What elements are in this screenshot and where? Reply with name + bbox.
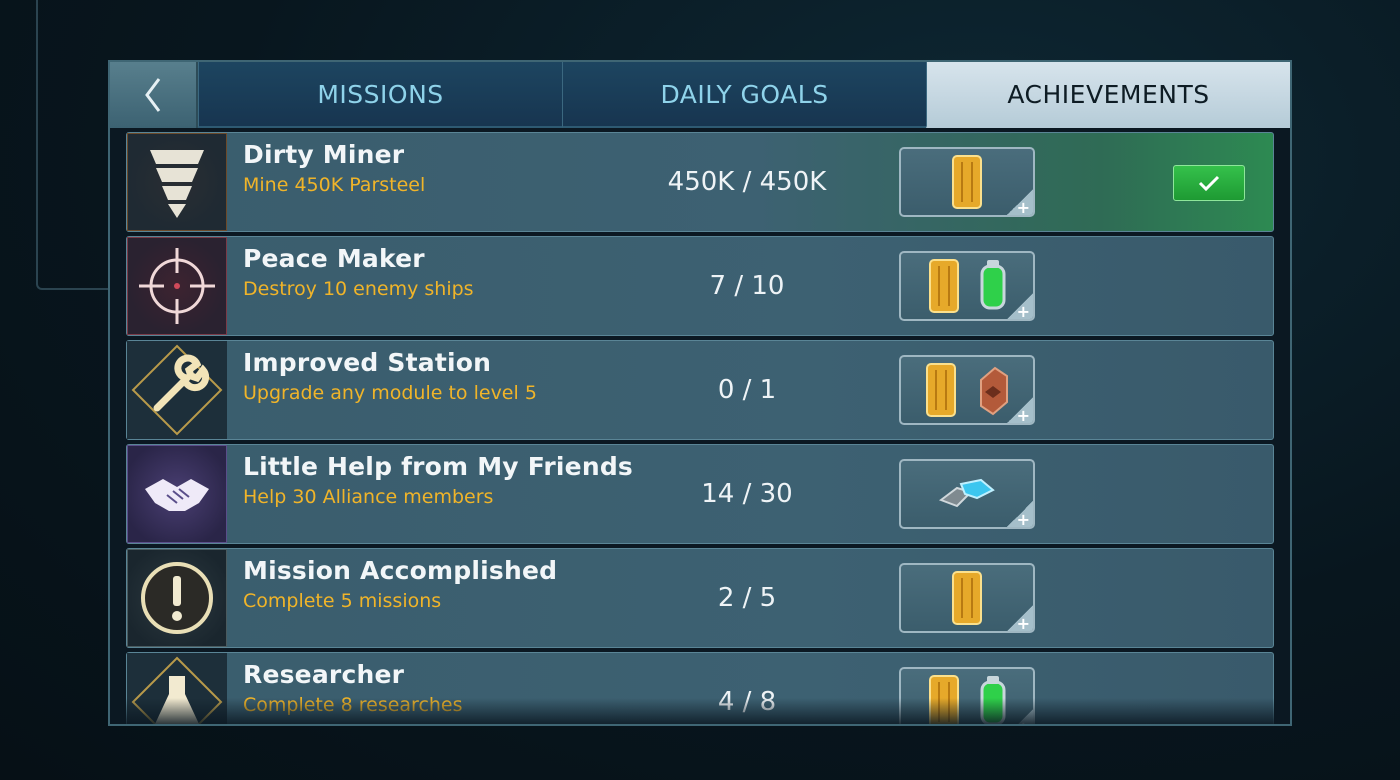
reward-button[interactable]: + (899, 251, 1035, 321)
reward-button[interactable]: + (899, 563, 1035, 633)
plus-icon: + (1007, 293, 1033, 321)
chevron-left-icon (145, 78, 161, 112)
achievement-description: Upgrade any module to level 5 (243, 382, 537, 404)
achievement-row: Dirty Miner Mine 450K Parsteel 450K / 45… (126, 132, 1274, 232)
achievement-text: Mission Accomplished Complete 5 missions (243, 555, 557, 615)
achievement-progress: 4 / 8 (717, 687, 777, 717)
achievement-title: Peace Maker (243, 244, 425, 273)
crosshair-icon (127, 237, 227, 335)
plus-icon: + (1007, 605, 1033, 633)
gold-chip-icon (929, 259, 959, 313)
reward-button[interactable]: + (899, 667, 1035, 724)
achievement-progress: 2 / 5 (717, 583, 777, 613)
reward-button[interactable]: + (899, 355, 1035, 425)
achievement-description: Help 30 Alliance members (243, 486, 494, 508)
achievement-list[interactable]: Dirty Miner Mine 450K Parsteel 450K / 45… (110, 128, 1290, 724)
achievement-title: Mission Accomplished (243, 556, 558, 585)
plus-icon: + (1007, 397, 1033, 425)
blue-crystal-icon (938, 478, 995, 508)
exclamation-icon (127, 549, 227, 647)
handshake-icon (127, 445, 227, 543)
achievements-panel: MISSIONS DAILY GOALS ACHIEVEMENTS Dirty … (108, 60, 1292, 726)
green-canister-icon (980, 676, 1006, 724)
achievement-progress: 7 / 10 (709, 271, 785, 301)
achievement-progress: 0 / 1 (717, 375, 777, 405)
achievement-progress: 450K / 450K (667, 167, 827, 197)
achievement-title: Dirty Miner (243, 140, 405, 169)
drill-icon (127, 133, 227, 231)
achievement-description: Destroy 10 enemy ships (243, 278, 474, 300)
claim-button[interactable] (1173, 165, 1245, 201)
gold-chip-icon (926, 363, 956, 417)
plus-icon: + (1007, 709, 1033, 724)
achievement-row: Little Help from My Friends Help 30 Alli… (126, 444, 1274, 544)
green-canister-icon (980, 260, 1006, 310)
achievement-title: Little Help from My Friends (243, 452, 633, 481)
achievement-title: Improved Station (243, 348, 492, 377)
tab-daily-goals[interactable]: DAILY GOALS (562, 62, 926, 128)
achievement-progress: 14 / 30 (701, 479, 793, 509)
achievement-description: Complete 5 missions (243, 590, 442, 612)
tab-bar: MISSIONS DAILY GOALS ACHIEVEMENTS (110, 62, 1290, 128)
tab-missions[interactable]: MISSIONS (198, 62, 562, 128)
reward-button[interactable]: + (899, 459, 1035, 529)
flask-icon (127, 653, 227, 724)
copper-crate-icon (980, 366, 1008, 416)
achievement-row: Peace Maker Destroy 10 enemy ships 7 / 1… (126, 236, 1274, 336)
back-button[interactable] (110, 62, 198, 128)
gold-chip-icon (952, 155, 982, 209)
wrench-icon (127, 341, 227, 439)
reward-button[interactable]: + (899, 147, 1035, 217)
achievement-text: Improved Station Upgrade any module to l… (243, 347, 537, 407)
achievement-text: Dirty Miner Mine 450K Parsteel (243, 139, 425, 199)
checkmark-icon (1198, 175, 1220, 192)
tab-achievements[interactable]: ACHIEVEMENTS (926, 62, 1290, 128)
achievement-row: Researcher Complete 8 researches 4 / 8 + (126, 652, 1274, 724)
achievement-row: Improved Station Upgrade any module to l… (126, 340, 1274, 440)
gold-chip-icon (952, 571, 982, 625)
achievement-description: Mine 450K Parsteel (243, 174, 426, 196)
plus-icon: + (1007, 501, 1033, 529)
achievement-text: Peace Maker Destroy 10 enemy ships (243, 243, 474, 303)
achievement-title: Researcher (243, 660, 405, 689)
gold-chip-icon (929, 675, 959, 724)
achievement-text: Little Help from My Friends Help 30 Alli… (243, 451, 633, 511)
plus-icon: + (1007, 189, 1033, 217)
achievement-description: Complete 8 researches (243, 694, 463, 716)
achievement-row: Mission Accomplished Complete 5 missions… (126, 548, 1274, 648)
achievement-text: Researcher Complete 8 researches (243, 659, 463, 719)
